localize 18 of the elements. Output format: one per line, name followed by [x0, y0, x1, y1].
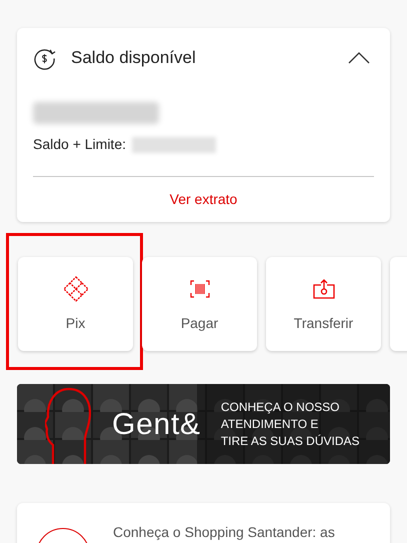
money-transfer-icon: [312, 279, 334, 299]
diamond-icon: [62, 276, 88, 302]
dollar-cycle-icon: [33, 46, 56, 70]
banner-text: CONHEÇA O NOSSO: [220, 398, 340, 416]
banner-logo: Gent&: [112, 406, 201, 442]
chevron-icon: [348, 52, 370, 64]
card-title: Saldo disponível: [71, 47, 197, 70]
action-tile[interactable]: Pagar: [142, 257, 257, 351]
banner-text: ATENDIMENTO E: [220, 416, 320, 432]
promo-text: Conheça o Shopping Santander: as: [113, 523, 335, 542]
statement-link[interactable]: Ver extrato: [170, 189, 238, 210]
banner-text: TIRE AS SUAS DÚVIDAS: [220, 432, 360, 450]
promo-card[interactable]: Conheça o Shopping Santander: as: [17, 503, 390, 543]
action-tile[interactable]: Transferir: [266, 257, 381, 351]
limit-label: Saldo + Limite:: [33, 135, 126, 154]
action-tile[interactable]: Pix: [18, 257, 133, 351]
support-banner[interactable]: Gent& CONHEÇA O NOSSO ATENDIMENTO E TIRE AS SUAS DÚVIDAS: [17, 384, 390, 464]
barcode-icon: [190, 280, 210, 298]
